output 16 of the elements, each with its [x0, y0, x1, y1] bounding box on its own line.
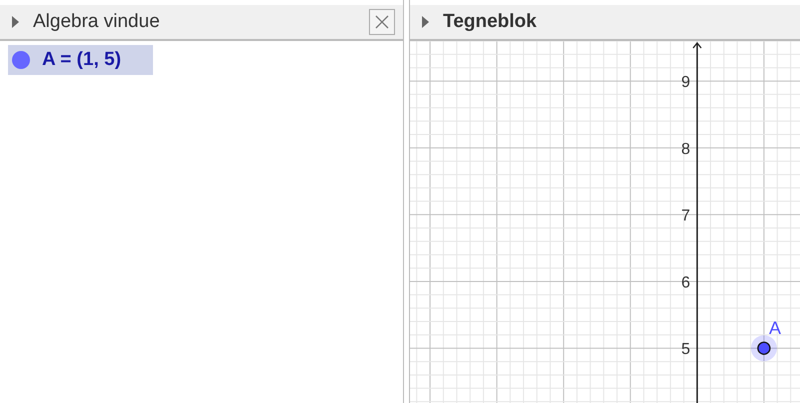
tick-label: 9: [681, 74, 690, 92]
close-icon: [374, 14, 390, 30]
panel-title: Tegneblok: [443, 11, 537, 33]
point-label: A: [768, 318, 781, 338]
tick-label: 8: [681, 140, 690, 158]
panel-title: Algebra vindue: [33, 11, 160, 33]
point-dot-icon[interactable]: [12, 51, 30, 69]
tick-label: 6: [681, 274, 690, 292]
close-button[interactable]: [369, 9, 395, 35]
algebra-item[interactable]: A = (1, 5): [8, 45, 153, 75]
tick-label: 5: [681, 341, 690, 358]
item-text: A = (1, 5): [42, 49, 122, 71]
point[interactable]: [757, 342, 771, 355]
expand-icon[interactable]: [422, 16, 429, 28]
expand-icon[interactable]: [12, 16, 19, 28]
tick-label: 7: [681, 208, 690, 225]
